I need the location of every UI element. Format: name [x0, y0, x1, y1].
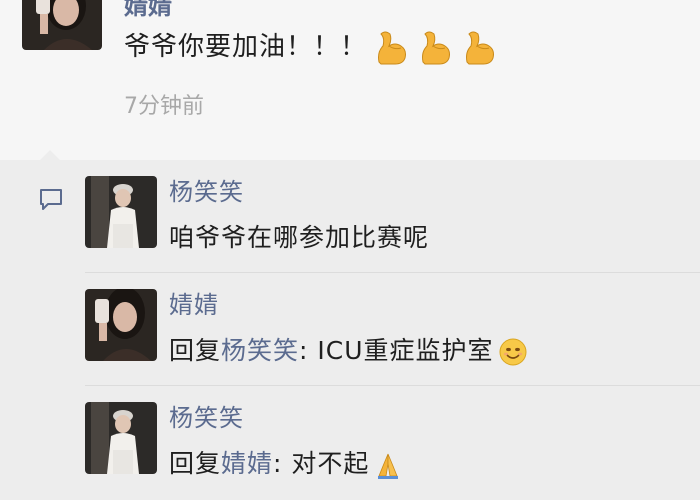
folded-hands-icon: [378, 453, 399, 479]
comment-author-name[interactable]: 婧婧: [169, 285, 219, 320]
reply-separator: :: [299, 336, 318, 365]
post-author-name[interactable]: 婧婧: [124, 0, 172, 21]
flexed-biceps-icon: [422, 31, 451, 64]
flexed-biceps-icon: [378, 31, 407, 64]
reply-prefix: 回复: [169, 449, 222, 478]
comment-text: 咱爷爷在哪参加比赛呢: [169, 223, 430, 252]
reply-content: ICU重症监护室: [317, 336, 494, 365]
comment-item[interactable]: 杨笑笑 回复婧婧: 对不起: [85, 386, 685, 496]
reply-content: 对不起: [291, 449, 370, 478]
comment-author-name[interactable]: 杨笑笑: [169, 398, 244, 433]
reply-target-name[interactable]: 婧婧: [221, 449, 273, 478]
post-text: 爷爷你要加油！！！: [124, 26, 499, 68]
comment-text: 回复婧婧: 对不起: [169, 444, 403, 480]
reply-prefix: 回复: [169, 336, 222, 365]
moment-post: 婧婧 爷爷你要加油！！！ 7分钟前: [0, 0, 700, 160]
post-emoji-group: [367, 31, 499, 64]
comment-author-avatar[interactable]: [85, 176, 157, 248]
reply-separator: :: [273, 449, 292, 478]
comment-item[interactable]: 婧婧 回复杨笑笑: ICU重症监护室: [85, 273, 685, 383]
comment-text: 回复杨笑笑: ICU重症监护室: [169, 331, 528, 367]
comment-section: 杨笑笑 咱爷爷在哪参加比赛呢 婧婧 回复杨笑笑: ICU重症监护室 杨笑笑 回复…: [0, 150, 700, 500]
comment-section-caret: [40, 150, 60, 160]
smiling-face-icon: [499, 338, 527, 366]
post-text-content: 爷爷你要加油！！！: [124, 32, 368, 62]
post-time: 7分钟前: [124, 94, 204, 119]
comment-item[interactable]: 杨笑笑 咱爷爷在哪参加比赛呢: [85, 160, 685, 270]
reply-target-name[interactable]: 杨笑笑: [221, 336, 299, 365]
flexed-biceps-icon: [466, 31, 495, 64]
comment-author-name[interactable]: 杨笑笑: [169, 172, 244, 207]
moments-page: 婧婧 爷爷你要加油！！！ 7分钟前 杨笑笑 咱爷爷在哪参加比赛呢 婧婧 回复杨笑…: [0, 0, 700, 500]
post-author-avatar[interactable]: [22, 0, 102, 50]
comment-author-avatar[interactable]: [85, 289, 157, 361]
comment-author-avatar[interactable]: [85, 402, 157, 474]
comment-icon: [40, 189, 62, 210]
